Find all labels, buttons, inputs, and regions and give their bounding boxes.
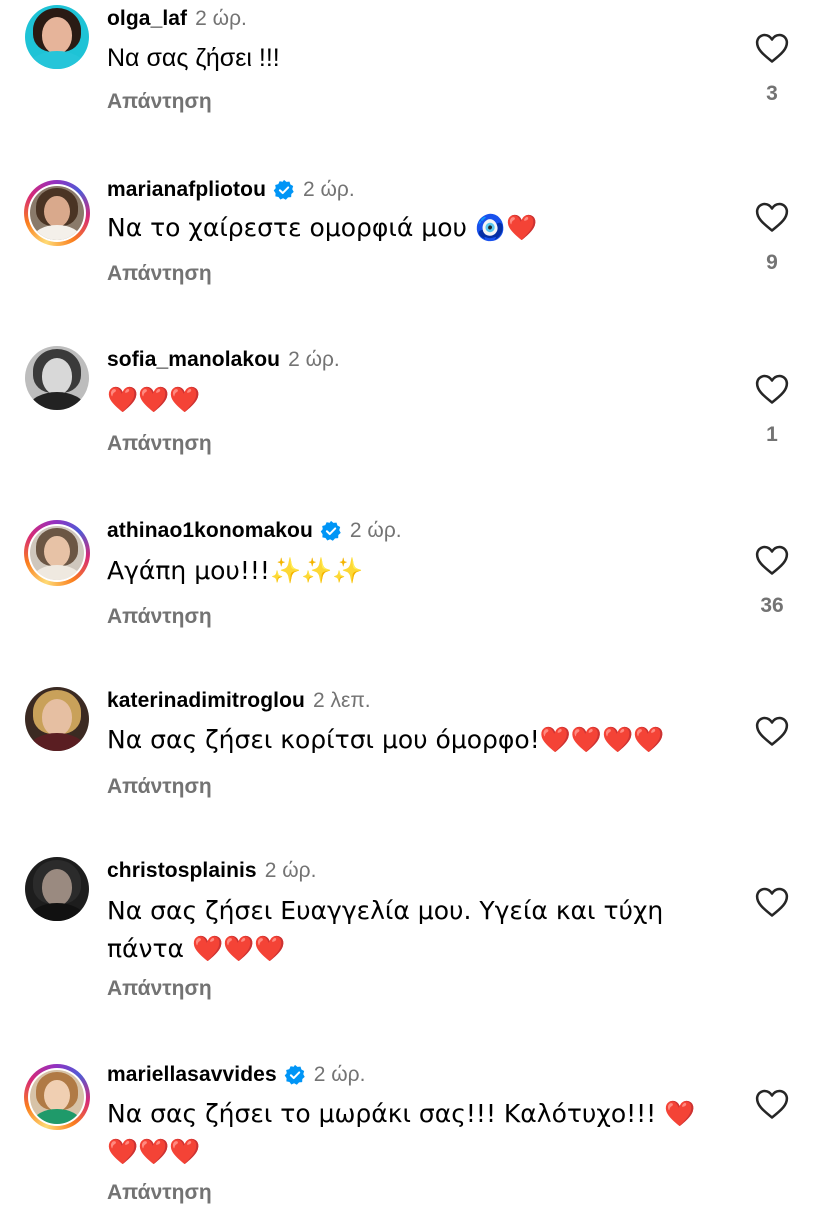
comment-text: Να σας ζήσει κορίτσι μου όμορφο!❤️❤️❤️❤️ [107, 725, 665, 754]
comment-username[interactable]: katerinadimitroglou [107, 689, 305, 713]
comment-username[interactable]: sofia_manolakou [107, 348, 280, 372]
like-count: 9 [766, 251, 778, 274]
comment-item: athinao1konomakou 2 ώρ. Αγάπη μου!!!✨✨✨ … [0, 516, 828, 676]
comment-username[interactable]: marianafpliotou [107, 178, 266, 202]
avatar[interactable] [24, 520, 90, 586]
comment-time: 2 ώρ. [349, 519, 402, 542]
comment-username[interactable]: mariellasavvides [107, 1063, 277, 1087]
comment-time: 2 ώρ. [313, 1063, 366, 1086]
heart-icon [755, 887, 789, 917]
avatar[interactable] [24, 686, 90, 752]
like-button[interactable]: 9 [748, 201, 796, 275]
reply-button[interactable]: Απάντηση [107, 432, 212, 456]
verified-badge-icon [320, 520, 341, 541]
heart-icon [755, 33, 789, 63]
avatar[interactable] [24, 1064, 90, 1130]
reply-button[interactable]: Απάντηση [107, 605, 212, 629]
like-count: 3 [766, 82, 778, 105]
comment-username[interactable]: athinao1konomakou [107, 519, 313, 543]
heart-icon [755, 374, 789, 404]
comment-username[interactable]: olga_laf [107, 7, 187, 31]
comment-time: 2 ώρ. [264, 859, 317, 882]
like-count: 1 [766, 423, 778, 446]
reply-button[interactable]: Απάντηση [107, 262, 212, 286]
like-button[interactable]: 36 [748, 544, 796, 618]
comment-text: ❤️❤️❤️ [107, 385, 201, 414]
like-count: 36 [760, 594, 784, 617]
comment-item: christosplainis 2 ώρ. Να σας ζήσει Ευαγγ… [0, 856, 828, 1046]
like-button[interactable]: 1 [748, 373, 796, 447]
like-button[interactable]: 3 [748, 32, 796, 106]
comment-time: 2 ώρ. [288, 348, 340, 371]
comment-time: 2 λεπ. [312, 689, 371, 712]
like-button[interactable] [748, 715, 796, 765]
heart-icon [755, 202, 789, 232]
comment-text: Να σας ζήσει το μωράκι σας!!! Καλότυχο!!… [107, 1099, 696, 1166]
heart-icon [755, 716, 789, 746]
reply-button[interactable]: Απάντηση [107, 775, 212, 799]
heart-icon [755, 545, 789, 575]
like-button[interactable] [748, 886, 796, 936]
comment-text: Να σας ζήσει !!! [107, 44, 280, 72]
comment-item: olga_laf 2 ώρ. Να σας ζήσει !!! Απάντηση… [0, 4, 828, 164]
comment-item: sofia_manolakou 2 ώρ. ❤️❤️❤️ Απάντηση 1 [0, 345, 828, 505]
avatar[interactable] [24, 180, 90, 246]
heart-icon [755, 1089, 789, 1119]
comment-text: Αγάπη μου!!!✨✨✨ [107, 556, 364, 585]
verified-badge-icon [284, 1064, 305, 1085]
reply-button[interactable]: Απάντηση [107, 1181, 212, 1205]
avatar[interactable] [24, 4, 90, 70]
comment-item: mariellasavvides 2 ώρ. Να σας ζήσει το μ… [0, 1060, 828, 1223]
reply-button[interactable]: Απάντηση [107, 977, 212, 1001]
comment-time: 2 ώρ. [195, 7, 247, 30]
like-button[interactable] [748, 1088, 796, 1138]
avatar[interactable] [24, 856, 90, 922]
comment-item: marianafpliotou 2 ώρ. Να το χαίρεστε ομο… [0, 175, 828, 335]
comment-item: katerinadimitroglou 2 λεπ. Να σας ζήσει … [0, 686, 828, 846]
comment-text: Να σας ζήσει Ευαγγελία μου. Υγεία και τύ… [107, 896, 664, 963]
verified-badge-icon [273, 179, 294, 200]
comments-list: olga_laf 2 ώρ. Να σας ζήσει !!! Απάντηση… [0, 0, 828, 1223]
avatar[interactable] [24, 345, 90, 411]
reply-button[interactable]: Απάντηση [107, 90, 212, 114]
comment-text: Να το χαίρεστε ομορφιά μου 🧿❤️ [107, 213, 538, 242]
comment-username[interactable]: christosplainis [107, 859, 257, 883]
comment-time: 2 ώρ. [303, 178, 355, 201]
